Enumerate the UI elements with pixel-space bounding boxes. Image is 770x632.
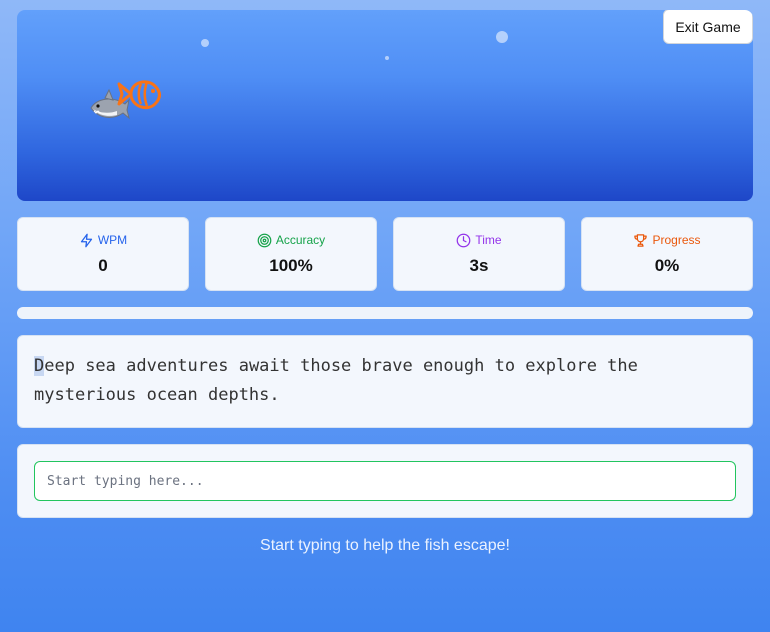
creatures	[87, 72, 167, 128]
stat-label: Accuracy	[275, 233, 326, 247]
progress-bar	[17, 307, 753, 319]
input-panel	[17, 444, 753, 518]
stat-value: 100%	[269, 255, 313, 275]
bubble	[496, 31, 508, 43]
passage-panel: Deep sea adventures await those brave en…	[17, 335, 753, 428]
trophy-icon	[634, 233, 648, 247]
stat-value: 0	[98, 255, 108, 275]
clock-icon	[457, 233, 471, 247]
stat-label: WPM	[97, 233, 128, 247]
hint-text: Start typing to help the fish escape!	[260, 537, 510, 554]
stat-value: 3s	[469, 255, 489, 275]
current-character: D	[34, 356, 45, 376]
bubble	[385, 56, 389, 60]
stat-progress: Progress 0%	[581, 217, 753, 291]
stat-wpm: WPM 0	[17, 217, 189, 291]
remaining-text: eep sea adventures await those brave eno…	[34, 356, 638, 405]
stat-label: Progress	[652, 233, 701, 247]
game-scene: Exit Game	[17, 10, 753, 201]
target-icon	[257, 233, 272, 247]
stat-value: 0%	[654, 255, 680, 275]
exit-game-button[interactable]: Exit Game	[663, 10, 753, 44]
stat-time: Time 3s	[393, 217, 565, 291]
typing-input[interactable]	[34, 461, 736, 501]
stats-bar: WPM 0 Accuracy 100% Time 3s Progress 0%	[17, 217, 753, 291]
fish-icon	[117, 80, 161, 110]
stat-label: Time	[475, 233, 502, 247]
stat-accuracy: Accuracy 100%	[205, 217, 377, 291]
bubble	[201, 39, 209, 47]
lightning-icon	[80, 233, 92, 247]
